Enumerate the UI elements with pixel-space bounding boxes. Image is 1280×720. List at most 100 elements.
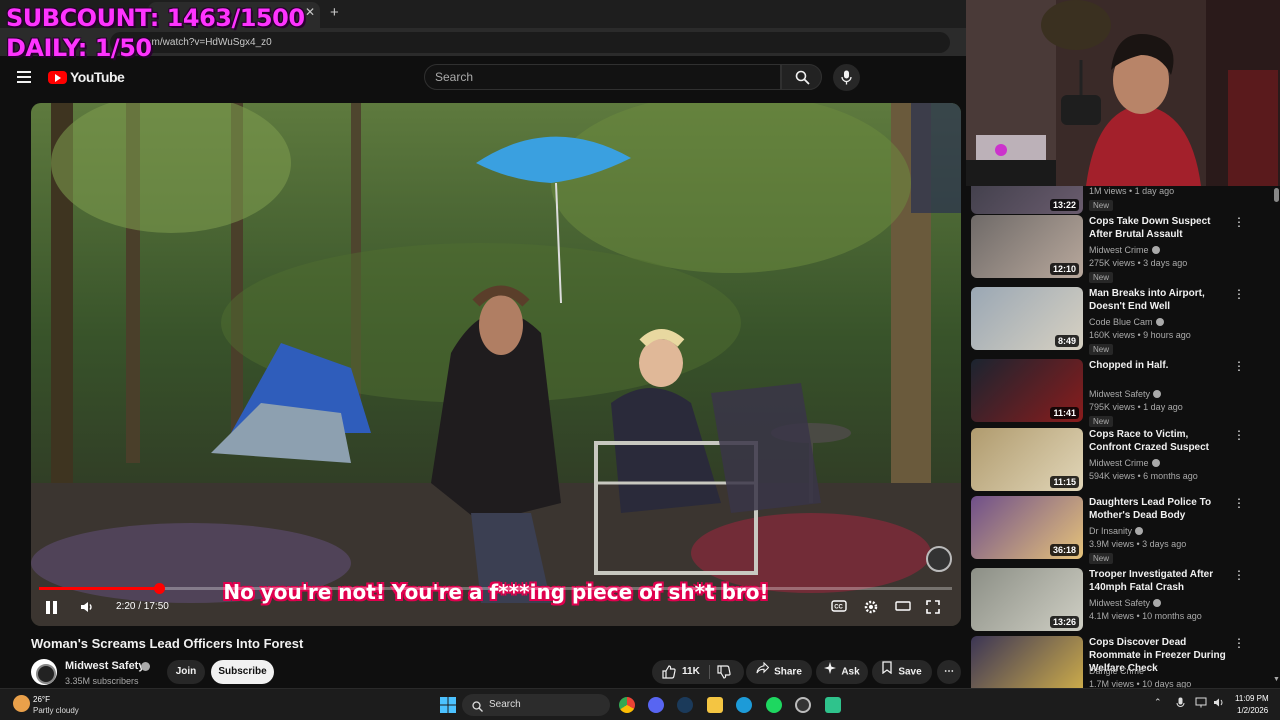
captions-icon[interactable]: CC [831, 599, 847, 617]
taskbar-search[interactable]: Search [462, 694, 610, 716]
youtube-logo[interactable]: YouTube [48, 69, 125, 85]
recommendation-item[interactable]: 11:41 Chopped in Half. Midwest Safety 795K … [971, 359, 1271, 427]
ask-button[interactable]: Ask [816, 660, 868, 684]
channel-watermark[interactable] [926, 546, 952, 572]
weather-description[interactable]: Partly cloudy [33, 706, 79, 715]
recommendation-channel[interactable]: Midwest Safety [1089, 598, 1162, 608]
tab-close-icon[interactable]: ✕ [305, 5, 315, 19]
more-vertical-icon[interactable]: ⋮ [1233, 496, 1245, 510]
like-button[interactable]: 11K [662, 660, 700, 684]
recommendation-channel-name: Midwest Safety [1089, 598, 1151, 608]
obs-icon[interactable] [795, 697, 811, 713]
more-vertical-icon[interactable]: ⋮ [1233, 568, 1245, 582]
recommendation-item[interactable]: 11:15 Cops Race to Victim, Confront Craze… [971, 428, 1271, 494]
chrome-icon[interactable] [619, 697, 635, 713]
new-badge: New [1089, 553, 1114, 564]
more-vertical-icon[interactable]: ⋮ [1233, 636, 1245, 650]
video-thumbnail[interactable] [971, 636, 1083, 688]
recommendation-channel[interactable]: Midwest Safety [1089, 389, 1162, 399]
subcount-overlay: SUBCOUNT: 1463/1500 [6, 4, 305, 32]
search-icon [472, 699, 483, 717]
new-tab-button[interactable]: + [330, 4, 339, 21]
recommendation-channel[interactable]: Dangle Crime [1089, 666, 1144, 676]
recommendation-meta: 160K views • 9 hours ago [1089, 330, 1191, 340]
more-actions-button[interactable]: ⋯ [937, 660, 961, 684]
clock-date[interactable]: 1/2/2026 [1237, 706, 1268, 715]
recommendation-title[interactable]: Trooper Investigated After 140mph Fatal … [1089, 568, 1229, 594]
channel-avatar[interactable] [31, 659, 57, 685]
scrollbar-thumb[interactable] [1274, 188, 1279, 202]
spotify-icon[interactable] [766, 697, 782, 713]
recommendation-title[interactable]: Cops Race to Victim, Confront Crazed Sus… [1089, 428, 1229, 454]
tray-overflow-icon[interactable]: ⌃ [1154, 697, 1162, 708]
pause-icon[interactable] [46, 599, 60, 617]
hamburger-menu-icon[interactable] [17, 71, 31, 83]
recommendation-channel-name: Midwest Crime [1089, 458, 1149, 468]
clock-time[interactable]: 11:09 PM [1235, 694, 1269, 703]
network-icon[interactable] [1195, 697, 1207, 710]
video-player[interactable]: No you're not! You're a f***ing piece of… [31, 103, 961, 626]
recommendation-title[interactable]: Daughters Lead Police To Mother's Dead B… [1089, 496, 1229, 522]
steam-icon[interactable] [677, 697, 693, 713]
more-vertical-icon[interactable]: ⋮ [1233, 428, 1245, 442]
recommendation-title[interactable]: Chopped in Half. [1089, 359, 1229, 372]
weather-icon[interactable] [13, 695, 30, 712]
theater-mode-icon[interactable] [895, 599, 911, 617]
voice-search-button[interactable] [833, 64, 860, 91]
scroll-down-arrow-icon[interactable]: ▼ [1273, 676, 1280, 683]
video-thumbnail[interactable]: 13:26 [971, 568, 1083, 631]
more-vertical-icon[interactable]: ⋮ [1233, 359, 1245, 373]
recommendation-channel[interactable]: Code Blue Cam [1089, 317, 1164, 327]
video-thumbnail[interactable]: 13:22 [971, 186, 1083, 214]
recommendation-item[interactable]: 36:18 Daughters Lead Police To Mother's D… [971, 496, 1271, 564]
progress-scrubber[interactable] [153, 583, 165, 594]
app-icon[interactable] [825, 697, 841, 713]
search-button[interactable] [781, 64, 822, 90]
windows-start-icon[interactable] [440, 697, 456, 713]
fullscreen-icon[interactable] [925, 599, 941, 617]
share-button[interactable]: Share [746, 660, 812, 684]
save-button[interactable]: Save [872, 660, 932, 684]
recommendation-channel[interactable]: Dr Insanity [1089, 526, 1144, 536]
join-button[interactable]: Join [167, 660, 205, 684]
microphone-icon[interactable] [1176, 697, 1185, 711]
settings-gear-icon[interactable] [863, 599, 879, 617]
channel-name[interactable]: Midwest Safety [65, 660, 144, 672]
recommendation-channel-name: Code Blue Cam [1089, 317, 1153, 327]
webcam-frame [966, 0, 1280, 186]
recommendation-title[interactable]: Cops Take Down Suspect After Brutal Assa… [1089, 215, 1229, 241]
weather-temperature[interactable]: 26°F [33, 695, 50, 704]
video-duration: 12:10 [1049, 263, 1079, 275]
video-thumbnail[interactable]: 36:18 [971, 496, 1083, 559]
recommendation-channel[interactable]: Midwest Crime [1089, 458, 1160, 468]
more-vertical-icon[interactable]: ⋮ [1233, 287, 1245, 301]
recommendation-meta: 1M views • 1 day ago [1089, 186, 1175, 196]
url-text[interactable]: om/watch?v=HdWuSgx4_z0 [146, 37, 272, 48]
edge-icon[interactable] [736, 697, 752, 713]
video-thumbnail[interactable]: 8:49 [971, 287, 1083, 350]
search-input[interactable]: Search [424, 64, 781, 90]
dislike-button[interactable] [717, 665, 731, 689]
more-vertical-icon[interactable]: ⋮ [1233, 215, 1245, 229]
video-duration: 13:22 [1049, 199, 1079, 211]
recommendation-item[interactable]: Cops Discover Dead Roommate in Freezer D… [971, 636, 1271, 688]
recommendation-title[interactable]: Man Breaks into Airport, Doesn't End Wel… [1089, 287, 1229, 313]
video-thumbnail[interactable]: 12:10 [971, 215, 1083, 278]
recommendation-item[interactable]: 12:10 Cops Take Down Suspect After Brutal… [971, 215, 1271, 283]
progress-bar[interactable] [39, 583, 952, 594]
file-explorer-icon[interactable] [707, 697, 723, 713]
discord-icon[interactable] [648, 697, 664, 713]
volume-icon[interactable] [1213, 697, 1225, 710]
recommendation-channel[interactable]: Midwest Crime [1089, 245, 1160, 255]
video-duration: 13:26 [1049, 616, 1079, 628]
recommendation-item[interactable]: 13:22 1M views • 1 day ago New [971, 186, 1271, 217]
video-thumbnail[interactable]: 11:41 [971, 359, 1083, 422]
subscribe-button[interactable]: Subscribe [211, 660, 274, 684]
recommendations-sidebar: 13:22 1M views • 1 day ago New 12:10 Cops Ta… [966, 186, 1280, 688]
recommendation-item[interactable]: 13:26 Trooper Investigated After 140mph F… [971, 568, 1271, 634]
video-thumbnail[interactable]: 11:15 [971, 428, 1083, 491]
youtube-header: YouTube Search [0, 58, 966, 98]
recommendation-item[interactable]: 8:49 Man Breaks into Airport, Doesn't End… [971, 287, 1271, 355]
new-badge: New [1089, 200, 1114, 211]
volume-icon[interactable] [79, 599, 95, 617]
